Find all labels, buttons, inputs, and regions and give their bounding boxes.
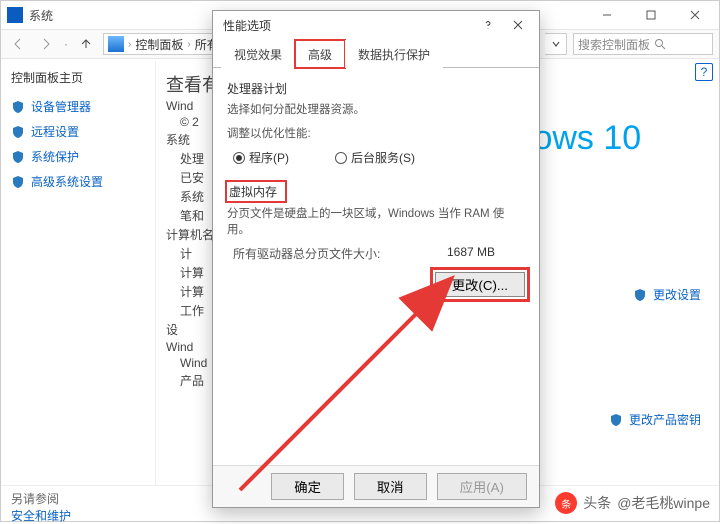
radio-background-services[interactable]: 后台服务(S) xyxy=(335,149,415,166)
radio-programs[interactable]: 程序(P) xyxy=(233,149,289,166)
ok-button[interactable]: 确定 xyxy=(271,473,344,500)
chevron-right-icon: › xyxy=(187,39,190,50)
cpu-scheduling-group: 处理器计划 选择如何分配处理器资源。 调整以优化性能: 程序(P) 后台服务(S… xyxy=(227,80,525,166)
change-product-key-link[interactable]: 更改产品密钥 xyxy=(609,411,701,428)
shield-icon xyxy=(609,413,623,427)
breadcrumb-dropdown[interactable] xyxy=(545,33,567,55)
app-icon xyxy=(7,7,23,23)
radio-label: 程序(P) xyxy=(249,149,289,166)
group-title: 处理器计划 xyxy=(227,80,525,97)
cancel-button[interactable]: 取消 xyxy=(354,473,427,500)
total-paging-label: 所有驱动器总分页文件大小: xyxy=(233,245,380,262)
sidebar-item-label: 高级系统设置 xyxy=(31,173,103,190)
radio-label: 后台服务(S) xyxy=(351,149,415,166)
close-button[interactable] xyxy=(673,1,717,29)
sidebar-item-remote[interactable]: 远程设置 xyxy=(11,119,145,144)
group-desc: 分页文件是硬盘上的一块区域，Windows 当作 RAM 使用。 xyxy=(227,205,525,237)
link-label: 更改设置 xyxy=(653,286,701,303)
apply-button[interactable]: 应用(A) xyxy=(437,473,527,500)
total-paging-value: 1687 MB xyxy=(447,245,525,262)
optimize-label: 调整以优化性能: xyxy=(227,125,525,141)
shield-icon xyxy=(11,100,25,114)
link-label: 更改产品密钥 xyxy=(629,411,701,428)
dialog-close-button[interactable] xyxy=(503,13,533,37)
sidebar-item-advanced[interactable]: 高级系统设置 xyxy=(11,169,145,194)
sidebar-item-device-manager[interactable]: 设备管理器 xyxy=(11,94,145,119)
dialog-titlebar: 性能选项 xyxy=(213,11,539,39)
sidebar-item-protection[interactable]: 系统保护 xyxy=(11,144,145,169)
dialog-footer: 确定 取消 应用(A) xyxy=(213,465,539,507)
dialog-title: 性能选项 xyxy=(223,17,473,34)
radio-dot-icon xyxy=(335,152,347,164)
virtual-memory-group: 虚拟内存 分页文件是硬盘上的一块区域，Windows 当作 RAM 使用。 所有… xyxy=(227,182,525,297)
shield-icon xyxy=(11,175,25,189)
group-desc: 选择如何分配处理器资源。 xyxy=(227,101,525,117)
shield-icon xyxy=(11,125,25,139)
dialog-help-button[interactable] xyxy=(473,13,503,37)
sidebar-item-label: 远程设置 xyxy=(31,123,79,140)
search-placeholder: 搜索控制面板 xyxy=(578,36,650,53)
shield-icon xyxy=(633,288,647,302)
change-settings-link[interactable]: 更改设置 xyxy=(633,286,701,303)
minimize-button[interactable] xyxy=(585,1,629,29)
tab-visual-effects[interactable]: 视觉效果 xyxy=(221,40,295,68)
watermark-author: @老毛桃winpe xyxy=(617,493,710,513)
watermark: 条 头条 @老毛桃winpe xyxy=(555,492,710,514)
sidebar-item-label: 系统保护 xyxy=(31,148,79,165)
maximize-button[interactable] xyxy=(629,1,673,29)
chevron-right-icon: › xyxy=(128,39,131,50)
nav-up-button[interactable] xyxy=(75,33,97,55)
tab-advanced[interactable]: 高级 xyxy=(295,40,345,68)
breadcrumb-item[interactable]: 控制面板 xyxy=(135,36,183,53)
shield-icon xyxy=(11,150,25,164)
nav-separator: · xyxy=(63,37,69,51)
tab-dep[interactable]: 数据执行保护 xyxy=(345,40,443,68)
tab-bar: 视觉效果 高级 数据执行保护 xyxy=(213,39,539,68)
dialog-body: 处理器计划 选择如何分配处理器资源。 调整以优化性能: 程序(P) 后台服务(S… xyxy=(213,68,539,465)
nav-forward-button[interactable] xyxy=(35,33,57,55)
watermark-prefix: 头条 xyxy=(583,493,611,513)
radio-dot-icon xyxy=(233,152,245,164)
group-title-highlighted: 虚拟内存 xyxy=(227,182,285,201)
sidebar-item-label: 设备管理器 xyxy=(31,98,91,115)
change-button[interactable]: 更改(C)... xyxy=(435,272,525,297)
search-input[interactable]: 搜索控制面板 xyxy=(573,33,713,55)
sidebar: 控制面板主页 设备管理器 远程设置 系统保护 高级系统设置 xyxy=(1,61,156,485)
sidebar-heading: 控制面板主页 xyxy=(11,69,145,86)
performance-options-dialog: 性能选项 视觉效果 高级 数据执行保护 处理器计划 选择如何分配处理器资源。 调… xyxy=(212,10,540,508)
control-panel-icon xyxy=(108,36,124,52)
watermark-badge-icon: 条 xyxy=(555,492,577,514)
nav-back-button[interactable] xyxy=(7,33,29,55)
search-icon xyxy=(654,38,666,50)
